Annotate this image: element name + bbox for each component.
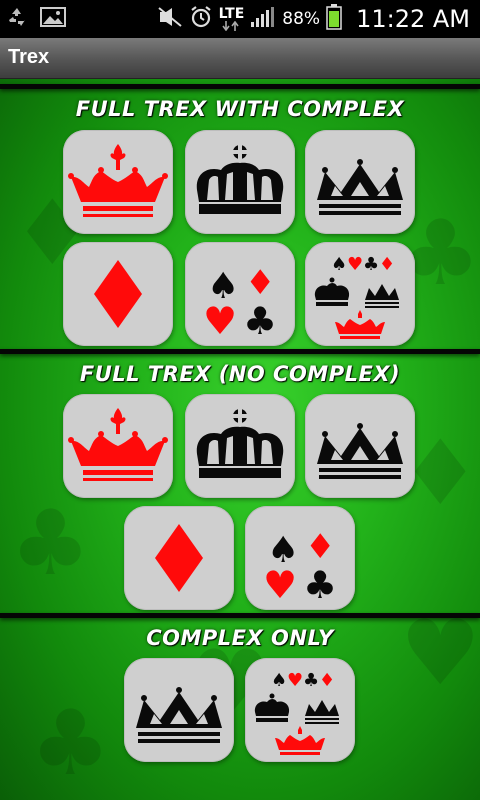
complex-mix-icon: ♠ ♥ ♣ ♦	[254, 670, 339, 755]
black-crown-outline-option[interactable]	[124, 658, 234, 762]
black-crown-icon	[196, 145, 284, 214]
background-club-icon: ♣	[30, 691, 111, 796]
diamond-option[interactable]	[124, 506, 234, 610]
black-crown-option[interactable]	[185, 130, 295, 234]
svg-text:♥: ♥	[263, 563, 297, 607]
section-divider	[0, 84, 480, 89]
red-crown-icon	[68, 144, 168, 217]
red-crown-icon	[68, 408, 168, 481]
black-crown-icon	[196, 409, 284, 478]
svg-text:♦: ♦	[319, 670, 335, 691]
complex-mix-option[interactable]: ♠ ♥ ♣ ♦	[305, 242, 415, 346]
section-title: COMPLEX ONLY	[146, 626, 334, 650]
svg-text:♣: ♣	[303, 670, 319, 691]
diamond-icon	[155, 524, 203, 592]
section-title: FULL TREX (NO COMPLEX)	[79, 362, 401, 386]
four-suits-option[interactable]: ♠ ♦ ♥ ♣	[185, 242, 295, 346]
section-title: FULL TREX WITH COMPLEX	[75, 97, 405, 121]
lte-icon: LTE	[218, 6, 245, 31]
game-mode-menu: ♦ ♣ ♦ ♣ ♥ ♣ ♥ FULL TREX WITH COMPLEX	[0, 79, 480, 800]
svg-text:♣: ♣	[303, 563, 337, 607]
diamond-option[interactable]	[63, 242, 173, 346]
svg-text:♣: ♣	[243, 299, 277, 343]
app-title-bar: Trex	[0, 38, 480, 79]
svg-text:♠: ♠	[271, 670, 287, 691]
background-club-icon: ♣	[10, 491, 91, 596]
signal-icon	[250, 6, 276, 32]
battery-icon	[326, 4, 342, 34]
mute-icon	[157, 6, 183, 32]
battery-percent: 88%	[282, 9, 321, 29]
status-bar: LTE 88% 11:22 AM	[0, 0, 480, 38]
red-crown-option[interactable]	[63, 130, 173, 234]
black-spiked-crown-icon	[317, 423, 403, 479]
black-crown-outline-option[interactable]	[305, 130, 415, 234]
diamond-icon	[94, 260, 142, 328]
complex-mix-option[interactable]: ♠ ♥ ♣ ♦	[245, 658, 355, 762]
svg-text:♥: ♥	[287, 670, 303, 691]
black-spiked-crown-icon	[317, 159, 403, 215]
svg-text:♥: ♥	[347, 254, 363, 275]
section-divider	[0, 613, 480, 618]
svg-text:♦: ♦	[305, 527, 335, 567]
svg-text:♣: ♣	[363, 254, 379, 275]
four-suits-option[interactable]: ♠ ♦ ♥ ♣	[245, 506, 355, 610]
four-suits-icon: ♠ ♦ ♥ ♣	[263, 527, 337, 607]
black-spiked-crown-icon	[136, 687, 222, 743]
black-crown-option[interactable]	[185, 394, 295, 498]
background-heart-icon: ♥	[400, 601, 480, 706]
alarm-icon	[189, 5, 213, 33]
section-divider	[0, 349, 480, 354]
svg-text:♦: ♦	[379, 254, 395, 275]
svg-text:♥: ♥	[203, 299, 237, 343]
recycle-icon	[6, 6, 28, 32]
complex-mix-icon: ♠ ♥ ♣ ♦	[314, 254, 399, 339]
red-crown-option[interactable]	[63, 394, 173, 498]
svg-text:♠: ♠	[331, 254, 347, 275]
app-title: Trex	[8, 46, 50, 68]
clock: 11:22 AM	[356, 5, 470, 33]
network-type-label: LTE	[218, 6, 245, 22]
four-suits-icon: ♠ ♦ ♥ ♣	[203, 263, 277, 343]
svg-text:♦: ♦	[245, 263, 275, 303]
image-icon	[40, 6, 66, 32]
black-crown-outline-option[interactable]	[305, 394, 415, 498]
